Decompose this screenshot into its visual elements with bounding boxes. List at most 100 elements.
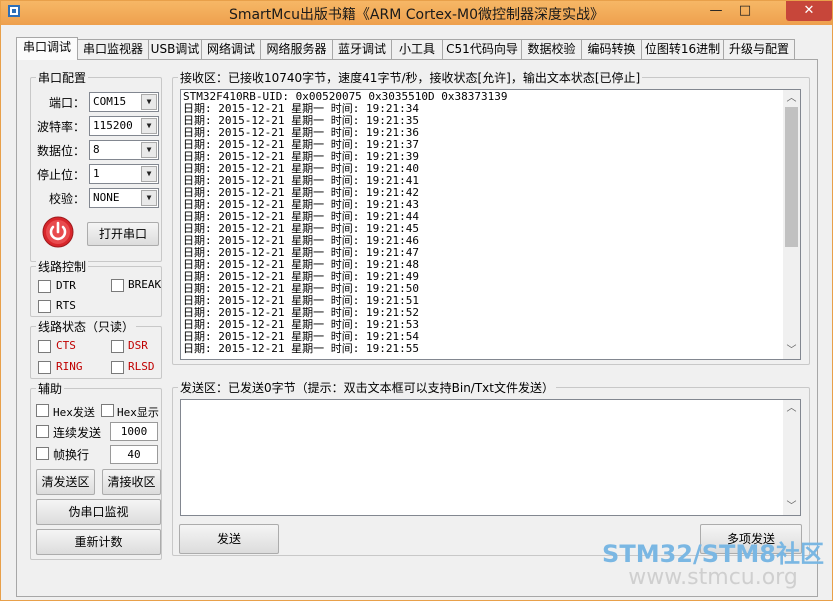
rlsd-indicator (111, 361, 124, 374)
send-status-title: 发送区：已发送0字节（提示：双击文本框可以支持Bin/Txt文件发送） (178, 379, 556, 396)
port-select[interactable]: COM15 ▼ (89, 92, 159, 112)
line-control-group: 线路控制 DTR BREAK RTS (30, 258, 162, 317)
tab-bluetooth-debug[interactable]: 蓝牙调试 (332, 39, 392, 59)
line-status-title: 线路状态（只读） (36, 318, 137, 335)
clear-receive-label: 清接收区 (107, 475, 156, 489)
receive-scrollbar[interactable]: ︿ ﹀ (783, 90, 800, 359)
frame-newline-checkbox[interactable] (36, 447, 49, 460)
frame-value-input[interactable]: 40 (110, 445, 158, 464)
dsr-indicator (111, 340, 124, 353)
chevron-up-icon[interactable]: ︿ (783, 400, 800, 417)
rts-label: RTS (56, 299, 76, 312)
watermark-line1: STM32/STM8社区 (602, 540, 824, 568)
minimize-button[interactable]: — (702, 1, 730, 21)
line-status-group: 线路状态（只读） CTS DSR RING RLSD (30, 318, 162, 379)
main-window: SmartMcu出版书籍《ARM Cortex-M0微控制器深度实战》 — □ … (0, 0, 833, 601)
assist-group: 辅助 Hex发送 Hex显示 连续发送 1000 帧换行 40 清发送区 清接收… (30, 380, 162, 560)
cts-label: CTS (56, 339, 76, 352)
maximize-button[interactable]: □ (731, 1, 759, 21)
watermark: STM32/STM8社区 www.stmcu.org (602, 541, 824, 589)
line-control-title: 线路控制 (36, 258, 89, 275)
stopbits-value: 1 (93, 167, 100, 180)
stopbits-label: 停止位： (37, 168, 86, 182)
receive-status-title: 接收区：已接收10740字节，速度41字节/秒，接收状态[允许]，输出文本状态[… (178, 69, 643, 86)
chevron-down-icon: ▼ (141, 166, 157, 182)
dtr-label: DTR (56, 279, 76, 292)
receive-group: 接收区：已接收10740字节，速度41字节/秒，接收状态[允许]，输出文本状态[… (172, 69, 810, 365)
port-label: 端口： (49, 96, 86, 110)
parity-value: NONE (93, 191, 120, 204)
dtr-checkbox[interactable] (38, 280, 51, 293)
rlsd-label: RLSD (128, 360, 155, 373)
parity-label: 校验： (49, 192, 86, 206)
receive-line: 日期: 2015-12-21 星期一 时间: 19:21:55 (183, 342, 419, 355)
reset-count-label: 重新计数 (74, 535, 123, 549)
continuous-interval-input[interactable]: 1000 (110, 422, 158, 441)
chevron-down-icon: ▼ (141, 94, 157, 110)
chevron-down-icon: ▼ (141, 142, 157, 158)
ring-label: RING (56, 360, 83, 373)
tab-data-check[interactable]: 数据校验 (521, 39, 582, 59)
serial-config-title: 串口配置 (36, 69, 89, 86)
title-bar[interactable]: SmartMcu出版书籍《ARM Cortex-M0微控制器深度实战》 — □ … (1, 1, 832, 25)
tab-small-tools[interactable]: 小工具 (391, 39, 443, 59)
break-checkbox[interactable] (111, 279, 124, 292)
tab-serial-monitor[interactable]: 串口监视器 (77, 39, 149, 59)
tab-network-server[interactable]: 网络服务器 (260, 39, 333, 59)
tab-upgrade-config[interactable]: 升级与配置 (723, 39, 795, 59)
tab-network-debug[interactable]: 网络调试 (201, 39, 261, 59)
continuous-send-label: 连续发送 (53, 426, 102, 440)
dsr-label: DSR (128, 339, 148, 352)
clear-send-button[interactable]: 清发送区 (36, 469, 95, 495)
rts-checkbox[interactable] (38, 300, 51, 313)
power-icon[interactable] (42, 216, 74, 248)
stopbits-select[interactable]: 1 ▼ (89, 164, 159, 184)
tab-bitmap-hex[interactable]: 位图转16进制 (641, 39, 724, 59)
receive-textbox[interactable]: STM32F410RB-UID: 0x00520075 0x3035510D 0… (180, 89, 801, 360)
tab-c51-wizard[interactable]: C51代码向导 (442, 39, 522, 59)
receive-text: STM32F410RB-UID: 0x00520075 0x3035510D 0… (183, 91, 773, 357)
send-textbox[interactable]: ︿ ﹀ (180, 399, 801, 516)
clear-send-label: 清发送区 (41, 475, 90, 489)
baud-value: 115200 (93, 119, 133, 132)
chevron-down-icon: ▼ (141, 118, 157, 134)
baud-select[interactable]: 115200 ▼ (89, 116, 159, 136)
open-port-button[interactable]: 打开串口 (87, 222, 159, 246)
chevron-down-icon[interactable]: ﹀ (783, 498, 800, 515)
tab-encoding[interactable]: 编码转换 (581, 39, 642, 59)
send-scrollbar[interactable]: ︿ ﹀ (783, 400, 800, 515)
chevron-up-icon[interactable]: ︿ (783, 90, 800, 107)
continuous-send-checkbox[interactable] (36, 425, 49, 438)
send-button[interactable]: 发送 (179, 524, 279, 554)
tab-panel: 串口配置 端口： COM15 ▼ 波特率： 115200 ▼ 数据位： 8 ▼ … (16, 59, 818, 597)
ring-indicator (38, 361, 51, 374)
port-value: COM15 (93, 95, 127, 108)
chevron-down-icon[interactable]: ﹀ (783, 342, 800, 359)
hex-send-label: Hex发送 (53, 406, 95, 419)
chevron-down-icon: ▼ (141, 190, 157, 206)
pseudo-monitor-button[interactable]: 伪串口监视 (36, 499, 161, 525)
tab-usb-debug[interactable]: USB调试 (148, 39, 202, 59)
hex-display-checkbox[interactable] (101, 404, 114, 417)
databits-select[interactable]: 8 ▼ (89, 140, 159, 160)
reset-count-button[interactable]: 重新计数 (36, 529, 161, 555)
scroll-thumb[interactable] (785, 107, 798, 247)
hex-display-label: Hex显示 (117, 406, 159, 419)
tab-serial-debug[interactable]: 串口调试 (16, 37, 78, 60)
pseudo-monitor-label: 伪串口监视 (68, 505, 129, 519)
parity-select[interactable]: NONE ▼ (89, 188, 159, 208)
baud-label: 波特率： (37, 120, 86, 134)
open-port-label: 打开串口 (98, 227, 147, 241)
databits-label: 数据位： (37, 144, 86, 158)
break-label: BREAK (128, 278, 162, 291)
clear-receive-button[interactable]: 清接收区 (102, 469, 161, 495)
cts-indicator (38, 340, 51, 353)
frame-newline-label: 帧换行 (53, 448, 90, 462)
send-label: 发送 (216, 532, 241, 546)
close-button[interactable]: ✕ (786, 1, 832, 21)
hex-send-checkbox[interactable] (36, 404, 49, 417)
assist-title: 辅助 (36, 380, 65, 397)
databits-value: 8 (93, 143, 100, 156)
serial-config-group: 串口配置 端口： COM15 ▼ 波特率： 115200 ▼ 数据位： 8 ▼ … (30, 69, 162, 262)
watermark-line2: www.stmcu.org (628, 565, 798, 590)
